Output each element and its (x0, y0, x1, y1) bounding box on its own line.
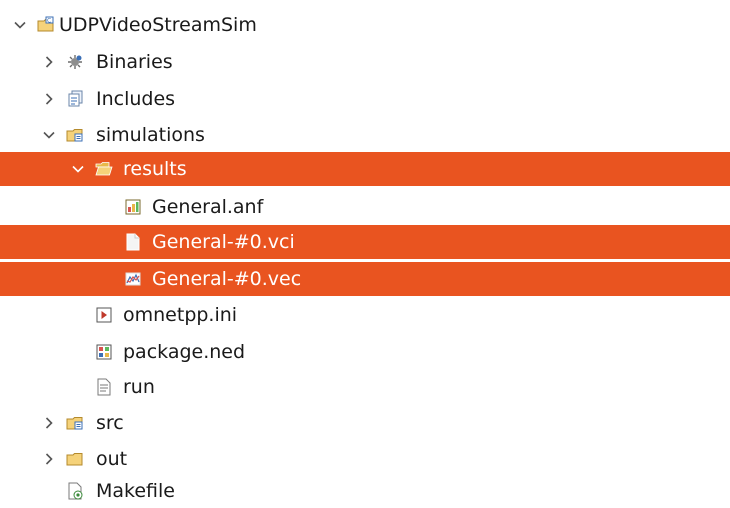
project-folder-icon: C (37, 16, 55, 34)
tree-item-label: Binaries (96, 51, 173, 73)
chevron-right-icon[interactable] (42, 452, 56, 466)
tree-item-label: run (123, 376, 155, 398)
folder-icon (66, 450, 84, 468)
source-folder-icon (66, 126, 84, 144)
includes-icon (66, 90, 84, 108)
tree-item-results[interactable]: results (0, 152, 730, 186)
tree-item-makefile[interactable]: Makefile (0, 474, 730, 508)
tree-item-label: simulations (96, 124, 205, 146)
tree-item-label: src (96, 412, 124, 434)
text-file-icon (124, 233, 142, 251)
chevron-right-icon[interactable] (42, 55, 56, 69)
tree-item-includes[interactable]: Includes (0, 82, 730, 116)
tree-item-label: out (96, 448, 128, 470)
tree-item-project[interactable]: C UDPVideoStreamSim (0, 8, 730, 42)
ned-file-icon (95, 343, 113, 361)
tree-item-simulations[interactable]: simulations (0, 118, 730, 152)
binaries-icon (66, 53, 84, 71)
tree-item-general-vci[interactable]: General-#0.vci (0, 225, 730, 259)
chevron-right-icon[interactable] (42, 92, 56, 106)
chevron-down-icon[interactable] (71, 162, 85, 176)
source-folder-icon (66, 414, 84, 432)
project-explorer-tree: C UDPVideoStreamSim Binaries Includes si… (0, 0, 730, 508)
tree-item-run[interactable]: run (0, 370, 730, 404)
tree-item-label: General-#0.vec (152, 268, 302, 290)
analysis-file-icon (124, 198, 142, 216)
chevron-right-icon[interactable] (42, 416, 56, 430)
tree-item-label: UDPVideoStreamSim (59, 14, 257, 36)
chevron-down-icon[interactable] (13, 18, 27, 32)
tree-item-package-ned[interactable]: package.ned (0, 335, 730, 369)
tree-item-label: Makefile (96, 480, 175, 502)
tree-item-src[interactable]: src (0, 406, 730, 440)
vector-file-icon (124, 270, 142, 288)
tree-item-label: General-#0.vci (152, 231, 295, 253)
tree-item-out[interactable]: out (0, 442, 730, 476)
tree-item-label: omnetpp.ini (123, 304, 238, 326)
tree-item-label: package.ned (123, 341, 246, 363)
ini-file-icon (95, 306, 113, 324)
svg-text:C: C (47, 18, 51, 25)
tree-item-label: Includes (96, 88, 176, 110)
makefile-icon (66, 482, 84, 500)
tree-item-general-anf[interactable]: General.anf (0, 190, 730, 224)
tree-item-general-vec[interactable]: General-#0.vec (0, 262, 730, 296)
tree-item-omnetpp-ini[interactable]: omnetpp.ini (0, 298, 730, 332)
chevron-down-icon[interactable] (42, 128, 56, 142)
script-file-icon (95, 378, 113, 396)
tree-item-label: results (123, 158, 187, 180)
tree-item-label: General.anf (152, 196, 264, 218)
open-folder-icon (95, 160, 113, 178)
tree-item-binaries[interactable]: Binaries (0, 45, 730, 79)
